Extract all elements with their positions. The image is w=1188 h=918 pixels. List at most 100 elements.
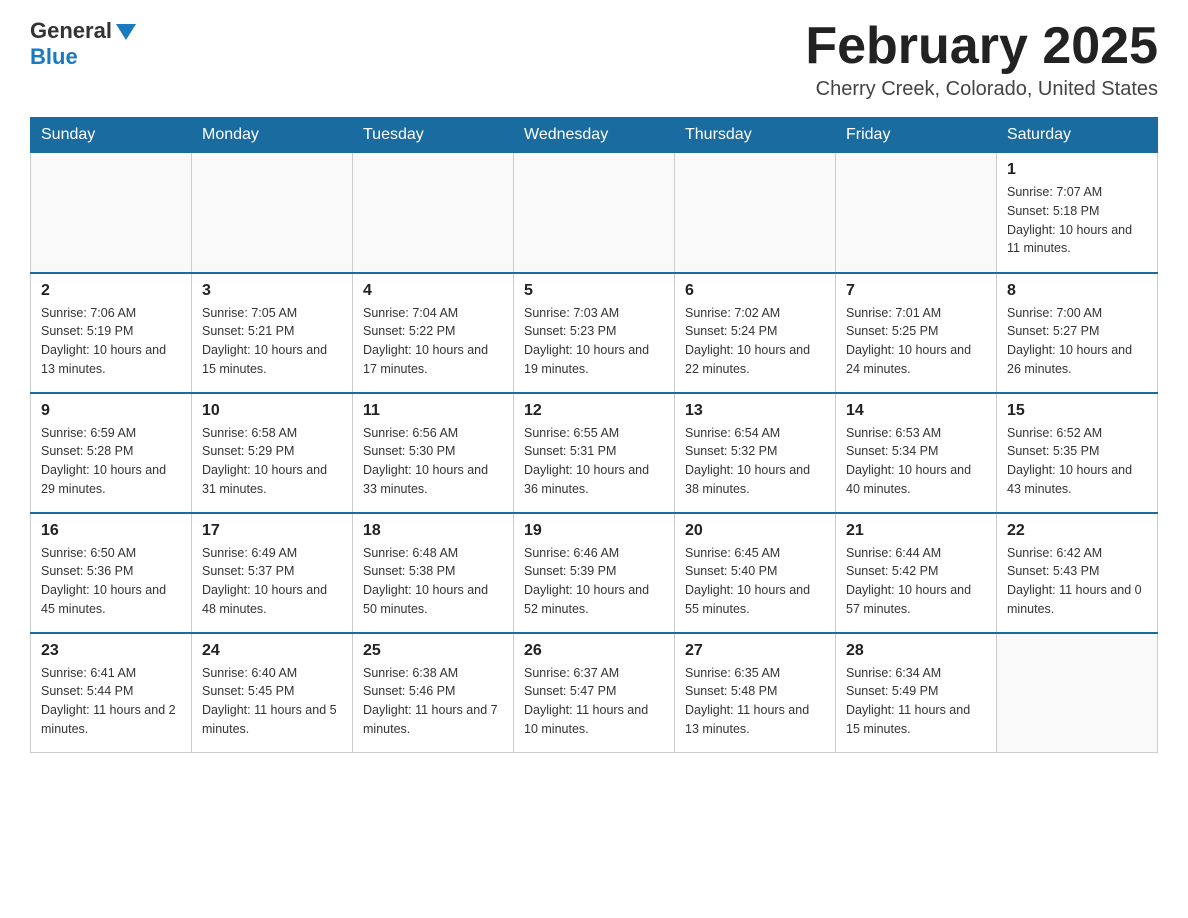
day-info: Sunrise: 6:38 AM Sunset: 5:46 PM Dayligh… (363, 664, 503, 739)
logo-text-general: General (30, 20, 112, 42)
day-number: 14 (846, 402, 986, 420)
calendar-cell: 15 Sunrise: 6:52 AM Sunset: 5:35 PM Dayli… (997, 393, 1158, 513)
calendar-cell: 16 Sunrise: 6:50 AM Sunset: 5:36 PM Dayli… (31, 513, 192, 633)
day-info: Sunrise: 6:53 AM Sunset: 5:34 PM Dayligh… (846, 424, 986, 499)
day-number: 26 (524, 642, 664, 660)
day-info: Sunrise: 6:44 AM Sunset: 5:42 PM Dayligh… (846, 544, 986, 619)
logo: General Blue (30, 20, 136, 70)
day-number: 12 (524, 402, 664, 420)
page-header: General Blue February 2025 Cherry Creek,… (30, 20, 1158, 101)
title-area: February 2025 Cherry Creek, Colorado, Un… (805, 20, 1158, 101)
day-info: Sunrise: 6:56 AM Sunset: 5:30 PM Dayligh… (363, 424, 503, 499)
column-header-tuesday: Tuesday (353, 118, 514, 153)
day-number: 7 (846, 282, 986, 300)
day-info: Sunrise: 6:52 AM Sunset: 5:35 PM Dayligh… (1007, 424, 1147, 499)
calendar-cell: 6Sunrise: 7:02 AM Sunset: 5:24 PM Daylig… (675, 273, 836, 393)
location-subtitle: Cherry Creek, Colorado, United States (805, 78, 1158, 101)
day-number: 13 (685, 402, 825, 420)
calendar-cell: 19 Sunrise: 6:46 AM Sunset: 5:39 PM Dayli… (514, 513, 675, 633)
day-info: Sunrise: 7:00 AM Sunset: 5:27 PM Dayligh… (1007, 304, 1147, 379)
logo-text-blue: Blue (30, 44, 78, 70)
calendar-cell: 4Sunrise: 7:04 AM Sunset: 5:22 PM Daylig… (353, 273, 514, 393)
day-info: Sunrise: 6:48 AM Sunset: 5:38 PM Dayligh… (363, 544, 503, 619)
day-info: Sunrise: 6:59 AM Sunset: 5:28 PM Dayligh… (41, 424, 181, 499)
calendar-week-row: 1 Sunrise: 7:07 AM Sunset: 5:18 PM Daylig… (31, 153, 1158, 273)
day-info: Sunrise: 6:50 AM Sunset: 5:36 PM Dayligh… (41, 544, 181, 619)
day-number: 21 (846, 522, 986, 540)
day-info: Sunrise: 6:37 AM Sunset: 5:47 PM Dayligh… (524, 664, 664, 739)
day-number: 11 (363, 402, 503, 420)
column-header-sunday: Sunday (31, 118, 192, 153)
day-number: 22 (1007, 522, 1147, 540)
day-info: Sunrise: 6:34 AM Sunset: 5:49 PM Dayligh… (846, 664, 986, 739)
calendar-cell: 14 Sunrise: 6:53 AM Sunset: 5:34 PM Dayli… (836, 393, 997, 513)
day-info: Sunrise: 6:54 AM Sunset: 5:32 PM Dayligh… (685, 424, 825, 499)
day-info: Sunrise: 6:46 AM Sunset: 5:39 PM Dayligh… (524, 544, 664, 619)
calendar-cell (353, 153, 514, 273)
calendar-cell: 21 Sunrise: 6:44 AM Sunset: 5:42 PM Dayli… (836, 513, 997, 633)
day-info: Sunrise: 7:03 AM Sunset: 5:23 PM Dayligh… (524, 304, 664, 379)
day-info: Sunrise: 7:01 AM Sunset: 5:25 PM Dayligh… (846, 304, 986, 379)
column-header-thursday: Thursday (675, 118, 836, 153)
calendar-week-row: 9 Sunrise: 6:59 AM Sunset: 5:28 PM Daylig… (31, 393, 1158, 513)
calendar-cell: 12Sunrise: 6:55 AM Sunset: 5:31 PM Dayli… (514, 393, 675, 513)
calendar-cell (675, 153, 836, 273)
calendar-cell: 28Sunrise: 6:34 AM Sunset: 5:49 PM Dayli… (836, 633, 997, 753)
calendar-cell: 18 Sunrise: 6:48 AM Sunset: 5:38 PM Dayli… (353, 513, 514, 633)
column-header-wednesday: Wednesday (514, 118, 675, 153)
day-number: 5 (524, 282, 664, 300)
day-info: Sunrise: 7:02 AM Sunset: 5:24 PM Dayligh… (685, 304, 825, 379)
calendar-cell: 13 Sunrise: 6:54 AM Sunset: 5:32 PM Dayli… (675, 393, 836, 513)
day-number: 15 (1007, 402, 1147, 420)
day-number: 1 (1007, 161, 1147, 179)
calendar-week-row: 23Sunrise: 6:41 AM Sunset: 5:44 PM Dayli… (31, 633, 1158, 753)
month-title: February 2025 (805, 20, 1158, 72)
calendar-cell (192, 153, 353, 273)
column-header-saturday: Saturday (997, 118, 1158, 153)
day-number: 8 (1007, 282, 1147, 300)
calendar-cell: 23Sunrise: 6:41 AM Sunset: 5:44 PM Dayli… (31, 633, 192, 753)
day-number: 3 (202, 282, 342, 300)
calendar-cell: 27Sunrise: 6:35 AM Sunset: 5:48 PM Dayli… (675, 633, 836, 753)
day-number: 2 (41, 282, 181, 300)
calendar-cell: 20 Sunrise: 6:45 AM Sunset: 5:40 PM Dayli… (675, 513, 836, 633)
day-info: Sunrise: 6:49 AM Sunset: 5:37 PM Dayligh… (202, 544, 342, 619)
day-number: 19 (524, 522, 664, 540)
calendar-cell (997, 633, 1158, 753)
calendar-cell: 24 Sunrise: 6:40 AM Sunset: 5:45 PM Dayli… (192, 633, 353, 753)
day-number: 18 (363, 522, 503, 540)
calendar-week-row: 2 Sunrise: 7:06 AM Sunset: 5:19 PM Daylig… (31, 273, 1158, 393)
day-number: 27 (685, 642, 825, 660)
calendar-cell: 22 Sunrise: 6:42 AM Sunset: 5:43 PM Dayli… (997, 513, 1158, 633)
calendar-cell: 1 Sunrise: 7:07 AM Sunset: 5:18 PM Daylig… (997, 153, 1158, 273)
calendar-cell: 25 Sunrise: 6:38 AM Sunset: 5:46 PM Dayli… (353, 633, 514, 753)
calendar-cell: 26 Sunrise: 6:37 AM Sunset: 5:47 PM Dayli… (514, 633, 675, 753)
day-number: 17 (202, 522, 342, 540)
calendar-cell: 17 Sunrise: 6:49 AM Sunset: 5:37 PM Dayli… (192, 513, 353, 633)
calendar-cell: 3Sunrise: 7:05 AM Sunset: 5:21 PM Daylig… (192, 273, 353, 393)
day-info: Sunrise: 7:07 AM Sunset: 5:18 PM Dayligh… (1007, 183, 1147, 258)
calendar-header-row: SundayMondayTuesdayWednesdayThursdayFrid… (31, 118, 1158, 153)
calendar-cell: 11 Sunrise: 6:56 AM Sunset: 5:30 PM Dayli… (353, 393, 514, 513)
day-info: Sunrise: 6:58 AM Sunset: 5:29 PM Dayligh… (202, 424, 342, 499)
day-number: 9 (41, 402, 181, 420)
column-header-friday: Friday (836, 118, 997, 153)
calendar-cell: 9 Sunrise: 6:59 AM Sunset: 5:28 PM Daylig… (31, 393, 192, 513)
calendar-cell: 5 Sunrise: 7:03 AM Sunset: 5:23 PM Daylig… (514, 273, 675, 393)
day-info: Sunrise: 7:06 AM Sunset: 5:19 PM Dayligh… (41, 304, 181, 379)
day-info: Sunrise: 6:45 AM Sunset: 5:40 PM Dayligh… (685, 544, 825, 619)
day-number: 24 (202, 642, 342, 660)
calendar-cell (31, 153, 192, 273)
day-number: 20 (685, 522, 825, 540)
day-info: Sunrise: 7:04 AM Sunset: 5:22 PM Dayligh… (363, 304, 503, 379)
day-info: Sunrise: 6:40 AM Sunset: 5:45 PM Dayligh… (202, 664, 342, 739)
calendar-cell: 8 Sunrise: 7:00 AM Sunset: 5:27 PM Daylig… (997, 273, 1158, 393)
calendar-cell: 2 Sunrise: 7:06 AM Sunset: 5:19 PM Daylig… (31, 273, 192, 393)
calendar-cell (514, 153, 675, 273)
day-info: Sunrise: 6:42 AM Sunset: 5:43 PM Dayligh… (1007, 544, 1147, 619)
calendar-cell: 7 Sunrise: 7:01 AM Sunset: 5:25 PM Daylig… (836, 273, 997, 393)
logo-arrow-icon (116, 24, 136, 40)
day-number: 16 (41, 522, 181, 540)
day-number: 25 (363, 642, 503, 660)
calendar-week-row: 16 Sunrise: 6:50 AM Sunset: 5:36 PM Dayli… (31, 513, 1158, 633)
